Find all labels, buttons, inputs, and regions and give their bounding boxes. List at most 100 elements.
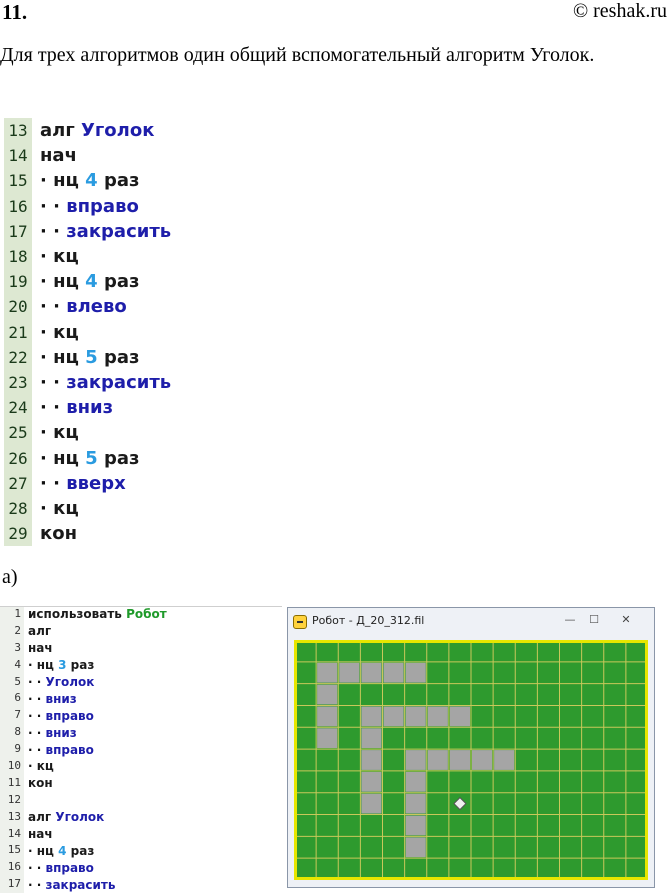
code-token: вправо xyxy=(45,860,94,875)
code-token: алг xyxy=(40,120,82,142)
code-text: · нц 4 раз xyxy=(32,271,139,292)
code-token: · · xyxy=(40,371,67,393)
line-number: 6 xyxy=(0,690,24,708)
code-line: 20 · · влево xyxy=(4,294,171,320)
code-token: · xyxy=(28,759,37,774)
painted-cell xyxy=(427,750,448,770)
code-token: вниз xyxy=(45,691,77,706)
code-token: вниз xyxy=(66,397,114,419)
code-text: · · вниз xyxy=(24,692,77,706)
minimize-button[interactable]: — xyxy=(558,611,582,628)
code-line: 24 · · вниз xyxy=(4,395,171,421)
line-number: 16 xyxy=(0,859,24,877)
code-text: · · закрасить xyxy=(32,221,171,242)
main-code-listing: 13 алг Уголок 14 нач 15 · нц 4 раз 16 · · вправ… xyxy=(4,118,171,547)
robot-window: Робот - Д_20_312.fil — ☐ ✕ xyxy=(287,607,655,888)
painted-cell xyxy=(427,706,448,727)
code-token: · · xyxy=(40,472,67,494)
code-token: раз xyxy=(97,447,140,469)
code-token: 4 xyxy=(85,170,98,192)
code-line: 7 · · вправо xyxy=(0,707,282,725)
code-line: 17 · · закрасить xyxy=(0,876,282,894)
code-token: нц xyxy=(36,658,59,673)
code-line: 12 xyxy=(0,791,282,809)
code-token: использовать xyxy=(28,607,127,622)
code-line: 1 использовать Робот xyxy=(0,606,282,623)
code-line: 15 · нц 4 раз xyxy=(0,842,282,860)
line-number: 26 xyxy=(4,445,32,471)
code-line: 3 нач xyxy=(0,639,282,657)
code-token: кон xyxy=(28,776,53,791)
code-text: · · вправо xyxy=(32,196,139,217)
code-text: · · закрасить xyxy=(32,372,171,393)
code-text: алг xyxy=(24,624,51,638)
code-text: · нц 4 раз xyxy=(24,844,94,858)
code-line: 13 алг Уголок xyxy=(0,808,282,826)
code-token: · xyxy=(28,843,37,858)
code-token: вправо xyxy=(66,195,139,217)
code-text: кон xyxy=(32,523,77,544)
painted-cell xyxy=(361,750,382,770)
painted-cell xyxy=(405,771,426,792)
robot-field xyxy=(294,640,648,880)
code-line: 19 · нц 4 раз xyxy=(4,269,171,295)
code-text: · · влево xyxy=(32,296,127,317)
line-number: 9 xyxy=(0,741,24,759)
line-number: 1 xyxy=(0,606,24,623)
line-number: 10 xyxy=(0,758,24,775)
code-text: · · вверх xyxy=(32,473,126,494)
code-token: раз xyxy=(97,346,140,368)
code-token: · · xyxy=(28,877,46,892)
painted-cell xyxy=(317,684,338,705)
painted-cell xyxy=(494,750,515,770)
line-number: 7 xyxy=(0,707,24,725)
code-token: раз xyxy=(97,271,140,293)
window-title-bar[interactable]: Робот - Д_20_312.fil — ☐ ✕ xyxy=(288,608,654,636)
code-token: нач xyxy=(28,827,53,842)
code-token: 4 xyxy=(85,271,98,293)
code-line: 27 · · вверх xyxy=(4,470,171,496)
line-number: 29 xyxy=(4,521,32,547)
line-number: 13 xyxy=(0,808,24,826)
code-line: 16 · · вправо xyxy=(0,859,282,877)
code-token: · xyxy=(28,658,37,673)
line-number: 14 xyxy=(4,143,32,169)
code-token: · xyxy=(40,497,54,519)
painted-cell xyxy=(317,728,338,749)
code-line: 6 · · вниз xyxy=(0,690,282,708)
robot-icon xyxy=(293,615,307,629)
line-number: 4 xyxy=(0,656,24,674)
code-token: вправо xyxy=(45,742,94,757)
painted-cell xyxy=(361,706,382,727)
code-token: · xyxy=(40,271,54,293)
code-line: 26 · нц 5 раз xyxy=(4,445,171,471)
maximize-button[interactable]: ☐ xyxy=(583,611,605,628)
code-text: · нц 5 раз xyxy=(32,448,139,469)
code-token: · · xyxy=(28,691,46,706)
part-a-label: а) xyxy=(2,566,18,588)
code-text: · · вправо xyxy=(24,709,94,723)
code-token: закрасить xyxy=(66,220,172,242)
code-line: 8 · · вниз xyxy=(0,724,282,742)
code-text: · кц xyxy=(32,322,79,343)
code-token: 5 xyxy=(85,346,98,368)
painted-cell xyxy=(405,837,426,858)
line-number: 14 xyxy=(0,825,24,843)
code-line: 14 нач xyxy=(4,143,171,169)
painted-cell xyxy=(405,815,426,836)
line-number: 21 xyxy=(4,319,32,345)
code-text: кон xyxy=(24,776,53,790)
code-token: 5 xyxy=(85,447,98,469)
code-line: 13 алг Уголок xyxy=(4,118,171,144)
close-button[interactable]: ✕ xyxy=(606,611,646,628)
painted-cell xyxy=(383,662,404,683)
code-token: кц xyxy=(53,321,79,343)
code-token: · · xyxy=(28,708,46,723)
code-line: 25 · кц xyxy=(4,420,171,446)
code-token: Уголок xyxy=(55,810,105,825)
code-line: 22 · нц 5 раз xyxy=(4,344,171,370)
painted-cell xyxy=(405,750,426,770)
line-number: 24 xyxy=(4,395,32,421)
code-token: · · xyxy=(28,860,46,875)
code-token: нач xyxy=(28,641,53,656)
